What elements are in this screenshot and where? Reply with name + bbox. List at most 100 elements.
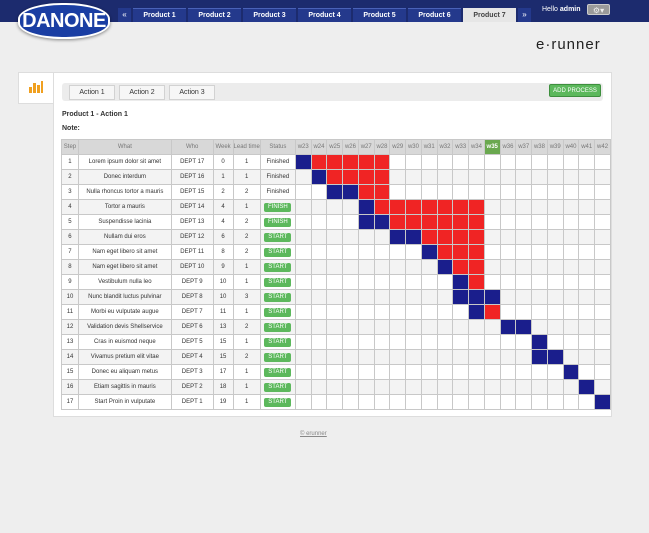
gantt-cell <box>357 304 375 320</box>
cell-who: DEPT 3 <box>170 364 214 380</box>
gantt-late-cell <box>357 184 375 200</box>
gantt-cell <box>405 169 422 185</box>
tab-product-4[interactable]: Product 4 <box>298 8 351 22</box>
gantt-cell <box>562 289 580 305</box>
gantt-cell <box>562 214 580 230</box>
gantt-planned-cell <box>578 379 596 395</box>
gantt-late-cell <box>468 244 485 260</box>
gantt-cell <box>546 379 564 395</box>
nav-next-button[interactable]: » <box>518 8 531 22</box>
start-button[interactable]: START <box>264 337 292 347</box>
process-table: Step What Who Week Lead time Status w23 w24 w25 w… <box>61 139 611 410</box>
gantt-cell <box>515 214 533 230</box>
tab-action-1[interactable]: Action 1 <box>69 85 115 100</box>
tab-action-2[interactable]: Action 2 <box>119 85 165 100</box>
cell-step: 10 <box>61 289 79 305</box>
tab-action-3[interactable]: Action 3 <box>169 85 215 100</box>
gantt-cell <box>373 379 391 395</box>
gantt-cell <box>420 349 438 365</box>
gantt-late-cell <box>452 229 470 245</box>
gantt-cell <box>436 304 454 320</box>
gantt-cell <box>342 289 359 305</box>
gantt-cell <box>310 289 328 305</box>
finish-button[interactable]: FINISH <box>264 202 292 212</box>
start-button[interactable]: START <box>264 367 292 377</box>
cell-status: Finished <box>259 154 296 170</box>
cell-lead: 1 <box>232 379 261 395</box>
gantt-planned-cell <box>357 214 375 230</box>
gantt-late-cell <box>373 154 391 170</box>
gantt-cell <box>405 274 422 290</box>
nav-prev-button[interactable]: « <box>118 8 131 22</box>
week-header: w25 <box>326 139 344 155</box>
add-process-button[interactable]: ADD PROCESS <box>549 84 601 97</box>
start-button[interactable]: START <box>264 397 292 407</box>
gantt-cell <box>342 349 359 365</box>
tab-product-3[interactable]: Product 3 <box>243 8 296 22</box>
gantt-cell <box>373 289 391 305</box>
cell-status: START <box>259 394 296 410</box>
start-button[interactable]: START <box>264 382 292 392</box>
erunner-brand: e·runner <box>536 36 601 53</box>
gantt-cell <box>578 229 596 245</box>
start-button[interactable]: START <box>264 232 292 242</box>
gantt-cell <box>389 244 407 260</box>
gantt-cell <box>515 259 533 275</box>
tab-product-5[interactable]: Product 5 <box>353 8 406 22</box>
gantt-cell <box>499 184 517 200</box>
gantt-cell <box>389 289 407 305</box>
gantt-cell <box>546 244 564 260</box>
cell-week: 0 <box>212 154 234 170</box>
cell-lead: 2 <box>232 229 261 245</box>
finish-button[interactable]: FINISH <box>264 217 292 227</box>
tab-product-6[interactable]: Product 6 <box>408 8 461 22</box>
cell-status: Finished <box>259 184 296 200</box>
start-button[interactable]: START <box>264 307 292 317</box>
start-button[interactable]: START <box>264 322 292 332</box>
footer-link[interactable]: © erunner <box>300 431 327 437</box>
gantt-cell <box>357 364 375 380</box>
gantt-cell <box>373 364 391 380</box>
gantt-cell <box>515 244 533 260</box>
gantt-cell <box>436 334 454 350</box>
cell-lead: 2 <box>232 244 261 260</box>
cell-status: START <box>259 319 296 335</box>
cell-step: 5 <box>61 214 79 230</box>
tab-product-2[interactable]: Product 2 <box>188 8 241 22</box>
start-button[interactable]: START <box>264 247 292 257</box>
cell-step: 17 <box>61 394 79 410</box>
gantt-cell <box>483 154 501 170</box>
tab-product-1[interactable]: Product 1 <box>133 8 186 22</box>
product-nav: « Product 1 Product 2 Product 3 Product … <box>118 8 533 22</box>
gantt-cell <box>326 394 344 410</box>
start-button[interactable]: START <box>264 277 292 287</box>
gantt-planned-cell <box>326 184 344 200</box>
gantt-cell <box>594 259 611 275</box>
gantt-cell <box>546 319 564 335</box>
gantt-cell <box>389 304 407 320</box>
gantt-late-cell <box>342 169 359 185</box>
gantt-cell <box>389 394 407 410</box>
gantt-planned-cell <box>594 394 611 410</box>
gantt-cell <box>483 244 501 260</box>
gantt-cell <box>578 394 596 410</box>
danone-logo: DANONE <box>18 3 110 39</box>
gantt-cell <box>373 274 391 290</box>
gantt-late-cell <box>468 274 485 290</box>
gantt-planned-cell <box>468 289 485 305</box>
gantt-cell <box>515 274 533 290</box>
week-header: w40 <box>562 139 580 155</box>
gantt-cell <box>405 334 422 350</box>
gantt-late-cell <box>326 154 344 170</box>
tab-product-7[interactable]: Product 7 <box>463 8 516 22</box>
gantt-cell <box>420 334 438 350</box>
gantt-cell <box>389 259 407 275</box>
settings-gear-icon[interactable]: ⚙▾ <box>587 4 610 15</box>
start-button[interactable]: START <box>264 292 292 302</box>
gantt-cell <box>468 349 485 365</box>
start-button[interactable]: START <box>264 262 292 272</box>
start-button[interactable]: START <box>264 352 292 362</box>
gantt-late-cell <box>468 214 485 230</box>
cell-lead: 2 <box>232 214 261 230</box>
user-greeting: Hello admin <box>542 6 581 13</box>
